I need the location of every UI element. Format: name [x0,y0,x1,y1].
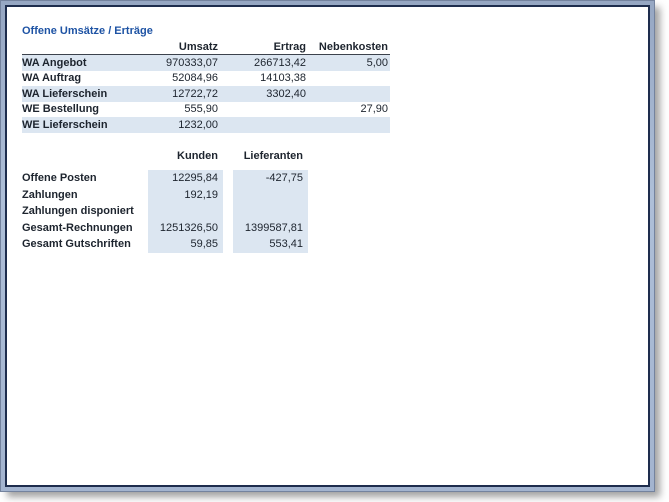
column-header-lieferanten: Lieferanten [233,150,308,162]
row-label: Offene Posten [22,172,148,184]
row-label: Zahlungen [22,189,148,201]
table-row-offene-posten: Offene Posten 12295,84 -427,75 [22,170,308,187]
column-header-ertrag: Ertrag [220,41,308,53]
row-label: WE Lieferschein [22,119,120,131]
cell-ertrag: 3302,40 [220,88,308,100]
overview-window: Offene Umsätze / Erträge Umsatz Ertrag N… [0,0,655,492]
table-row-gesamt-gutschriften: Gesamt Gutschriften 59,85 553,41 [22,236,308,253]
row-label: WA Angebot [22,57,120,69]
table-row-we-bestellung: WE Bestellung 555,90 27,90 [22,102,390,118]
row-label: Gesamt-Rechnungen [22,222,148,234]
cell-umsatz: 52084,96 [120,72,220,84]
column-header-nebenkosten: Nebenkosten [308,41,390,53]
table-row-wa-auftrag: WA Auftrag 52084,96 14103,38 [22,71,390,87]
table-row-gesamt-rechnungen: Gesamt-Rechnungen 1251326,50 1399587,81 [22,220,308,237]
row-label: Gesamt Gutschriften [22,238,148,250]
cell-kunden: 192,19 [148,187,223,204]
umsatz-ertrag-table: Umsatz Ertrag Nebenkosten WA Angebot 970… [22,40,390,133]
cell-kunden [148,203,223,220]
cell-kunden: 12295,84 [148,170,223,187]
cell-lieferanten [233,187,308,204]
cell-umsatz: 12722,72 [120,88,220,100]
cell-ertrag: 14103,38 [220,72,308,84]
cell-ertrag: 266713,42 [220,57,308,69]
cell-umsatz: 1232,00 [120,119,220,131]
page-title: Offene Umsätze / Erträge [22,25,153,37]
cell-umsatz: 970333,07 [120,57,220,69]
umsatz-table-header-row: Umsatz Ertrag Nebenkosten [22,40,390,55]
cell-umsatz: 555,90 [120,103,220,115]
table-row-zahlungen: Zahlungen 192,19 [22,187,308,204]
table-row-wa-lieferschein: WA Lieferschein 12722,72 3302,40 [22,86,390,102]
cell-lieferanten: -427,75 [233,170,308,187]
overview-window-content: Offene Umsätze / Erträge Umsatz Ertrag N… [5,5,650,487]
kunden-lieferanten-table: Kunden Lieferanten Offene Posten 12295,8… [22,148,308,253]
column-header-umsatz: Umsatz [120,41,220,53]
row-label: WA Lieferschein [22,88,120,100]
cell-lieferanten: 1399587,81 [233,220,308,237]
column-header-kunden: Kunden [148,150,223,162]
cell-kunden: 1251326,50 [148,220,223,237]
table-row-we-lieferschein: WE Lieferschein 1232,00 [22,117,390,133]
cell-nebenkosten: 5,00 [308,57,390,69]
kunden-table-header-row: Kunden Lieferanten [22,148,308,163]
cell-lieferanten: 553,41 [233,236,308,253]
row-label: Zahlungen disponiert [22,205,148,217]
cell-nebenkosten: 27,90 [308,103,390,115]
row-label: WA Auftrag [22,72,120,84]
table-row-wa-angebot: WA Angebot 970333,07 266713,42 5,00 [22,55,390,71]
cell-kunden: 59,85 [148,236,223,253]
cell-lieferanten [233,203,308,220]
table-row-zahlungen-disponiert: Zahlungen disponiert [22,203,308,220]
row-label: WE Bestellung [22,103,120,115]
